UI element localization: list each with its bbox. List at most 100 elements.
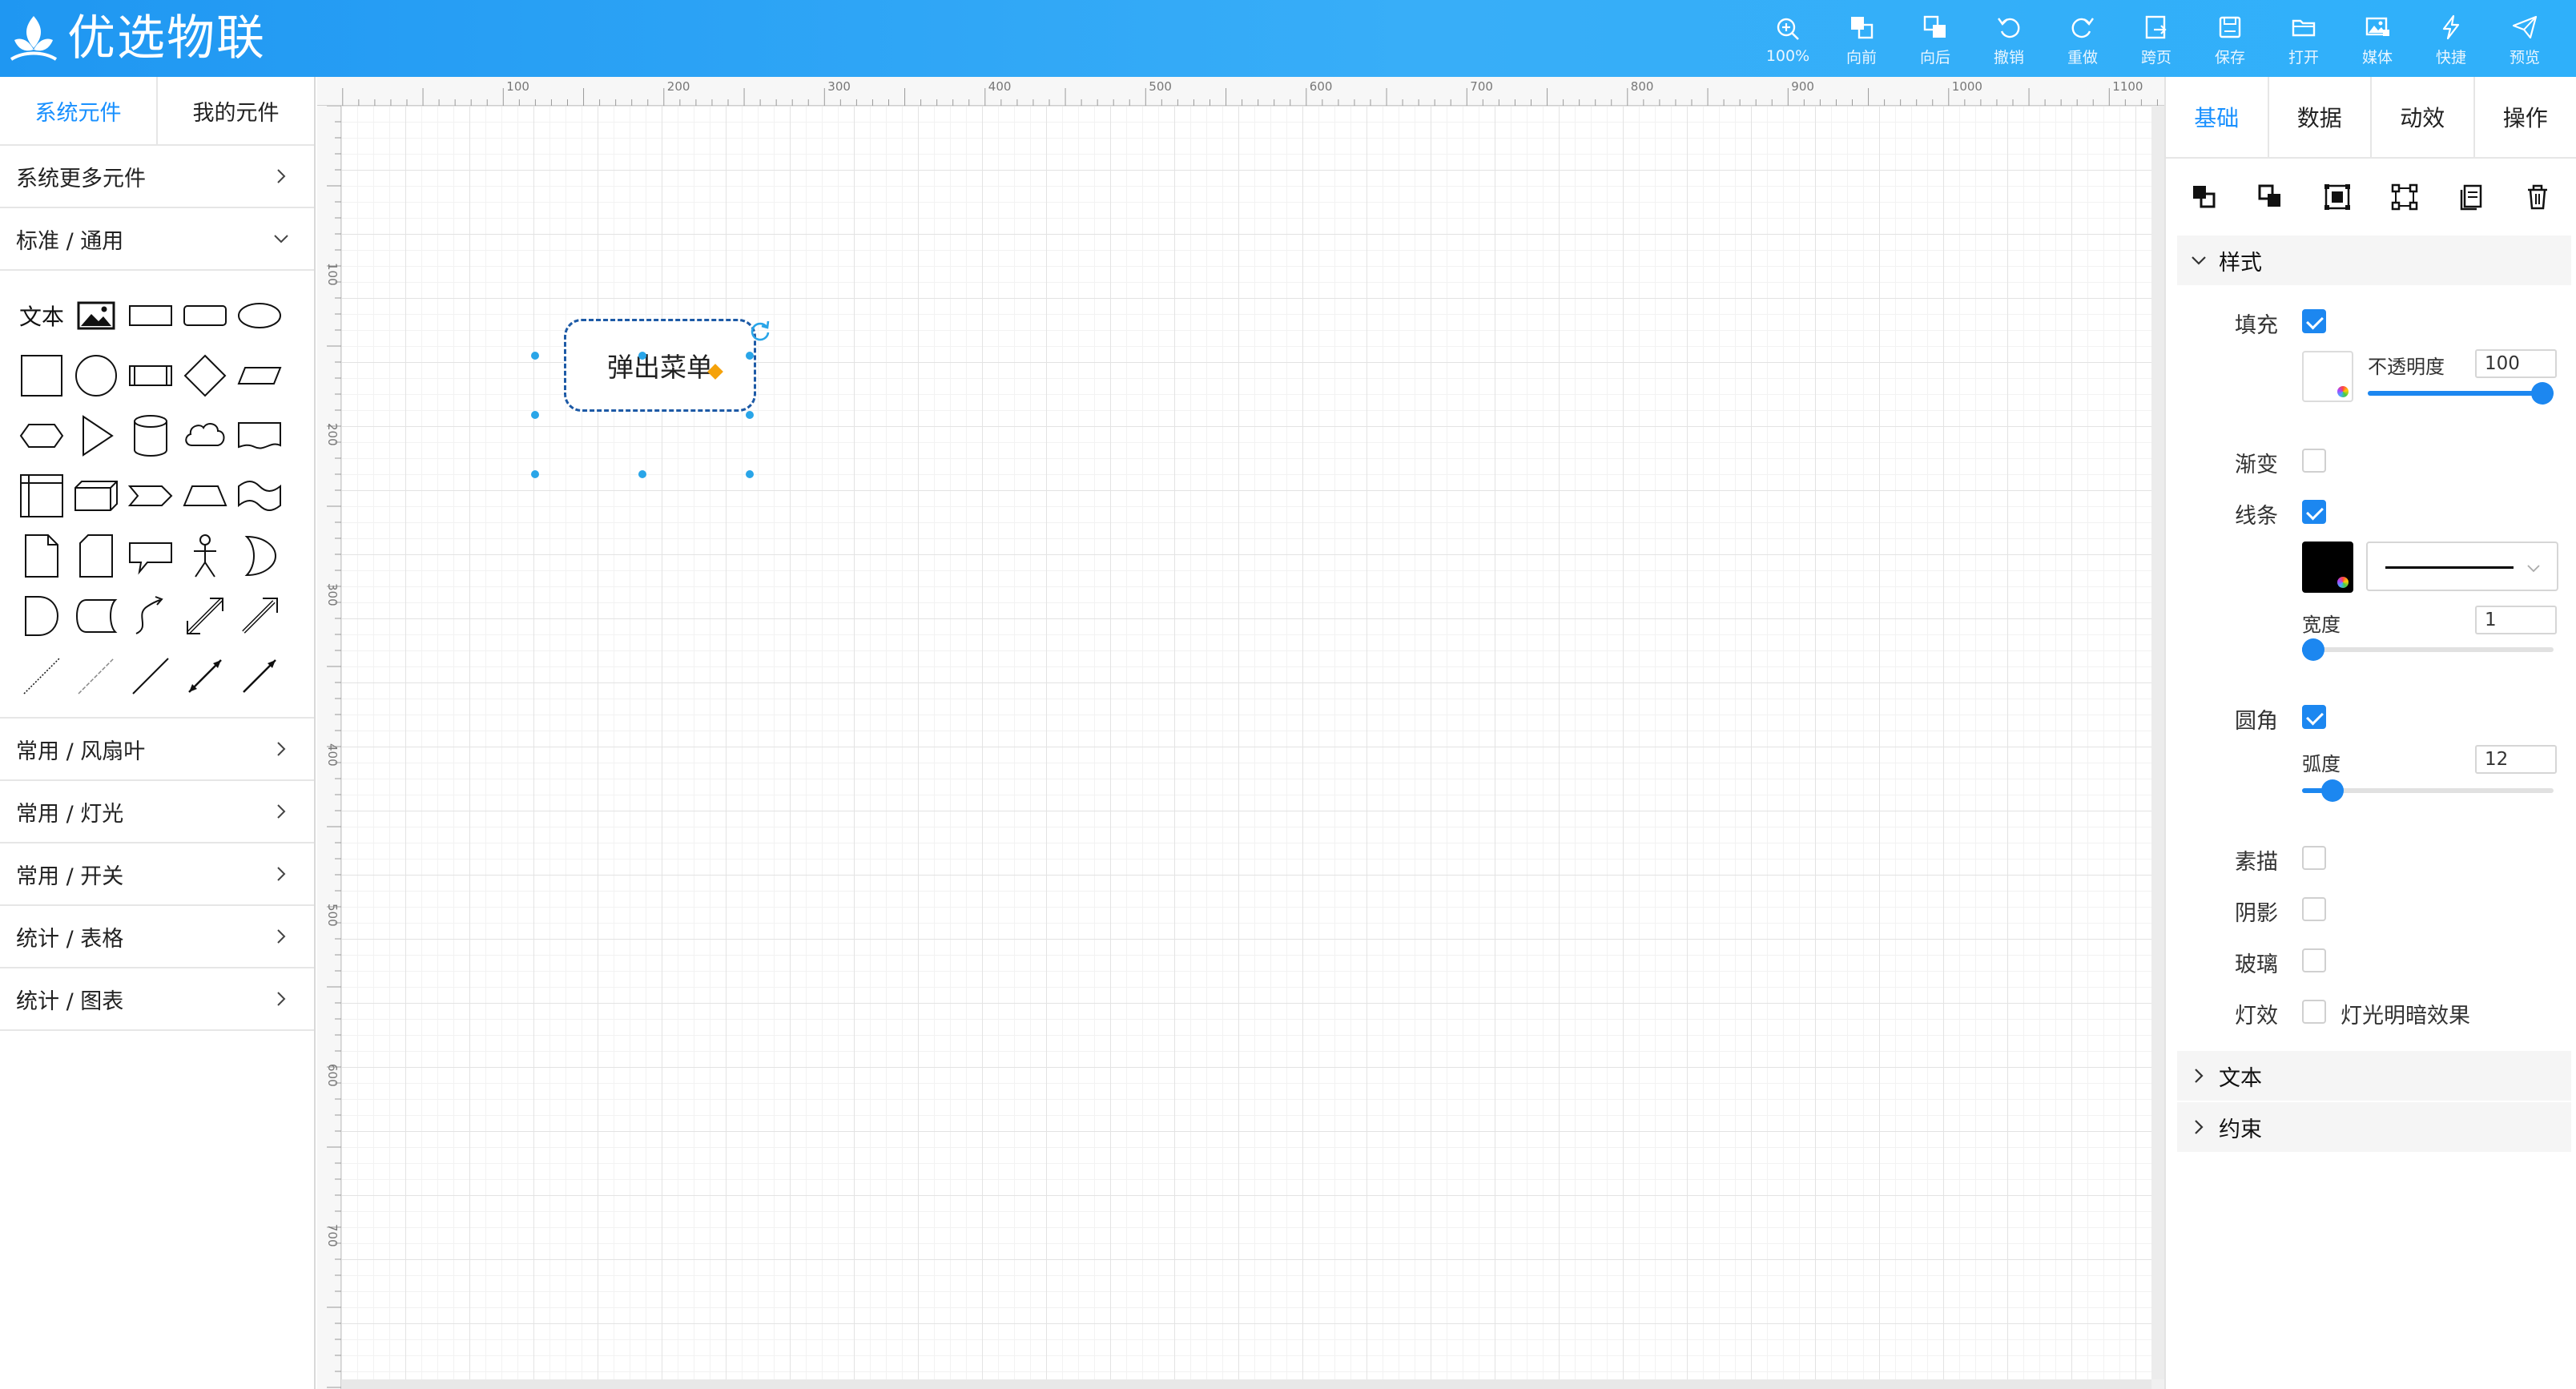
shape-trapezoid[interactable] <box>178 465 232 525</box>
shape-note[interactable] <box>14 525 69 586</box>
selected-node-popup-menu[interactable]: 弹出菜单 <box>564 319 756 412</box>
category-switch-row[interactable]: 常用 / 开关 <box>0 843 314 906</box>
preview-button[interactable]: 预览 <box>2488 8 2562 72</box>
shape-square[interactable] <box>14 345 69 405</box>
bring-to-front-icon[interactable] <box>2190 183 2219 211</box>
resize-handle-n[interactable] <box>638 352 646 360</box>
shape-callout[interactable] <box>123 525 178 586</box>
standard-category-row[interactable]: 标准 / 通用 <box>0 208 314 271</box>
stroke-width-slider-knob[interactable] <box>2302 638 2324 661</box>
shape-actor[interactable] <box>178 525 232 586</box>
resize-handle-e[interactable] <box>746 411 754 419</box>
shape-document[interactable] <box>232 405 287 465</box>
shape-arrow[interactable] <box>232 586 287 646</box>
shape-cloud[interactable] <box>178 405 232 465</box>
rotate-icon[interactable] <box>748 319 772 343</box>
redo-button[interactable]: 重做 <box>2046 8 2119 72</box>
shape-dashed-line[interactable] <box>69 646 123 706</box>
category-light-row[interactable]: 常用 / 灯光 <box>0 781 314 843</box>
resize-handle-w[interactable] <box>531 411 539 419</box>
tab-animation[interactable]: 动效 <box>2372 77 2475 157</box>
cross-page-button[interactable]: 跨页 <box>2119 8 2193 72</box>
delete-icon[interactable] <box>2523 183 2552 211</box>
light-effect-checkbox[interactable] <box>2302 1000 2326 1024</box>
stroke-width-slider[interactable] <box>2302 638 2554 661</box>
group-icon[interactable] <box>2323 183 2352 211</box>
shape-bidirectional-connector[interactable] <box>178 646 232 706</box>
shape-directional-connector[interactable] <box>232 646 287 706</box>
radius-input[interactable]: 12 <box>2475 745 2557 774</box>
shape-text[interactable]: 文本 <box>14 285 69 345</box>
vertical-scrollbar[interactable] <box>2151 106 2164 1379</box>
sketch-checkbox[interactable] <box>2302 846 2326 870</box>
opacity-input[interactable]: 100 <box>2475 349 2557 378</box>
shape-double-arrow[interactable] <box>178 586 232 646</box>
constraint-section-header[interactable]: 约束 <box>2177 1102 2571 1152</box>
resize-handle-s[interactable] <box>638 470 646 478</box>
opacity-slider-knob[interactable] <box>2531 382 2554 405</box>
save-button[interactable]: 保存 <box>2193 8 2267 72</box>
shape-ellipse[interactable] <box>232 285 287 345</box>
shape-tape[interactable] <box>232 465 287 525</box>
drawing-grid[interactable]: 弹出菜单 <box>341 106 2151 1379</box>
opacity-slider[interactable] <box>2368 382 2554 405</box>
shape-rounded-rectangle[interactable] <box>178 285 232 345</box>
open-button[interactable]: 打开 <box>2267 8 2341 72</box>
tab-basic[interactable]: 基础 <box>2166 77 2269 157</box>
more-components-row[interactable]: 系统更多元件 <box>0 146 314 208</box>
media-button[interactable]: 媒体 <box>2341 8 2414 72</box>
glass-checkbox[interactable] <box>2302 948 2326 972</box>
radius-slider[interactable] <box>2302 779 2554 802</box>
resize-handle-nw[interactable] <box>531 352 539 360</box>
shape-diamond[interactable] <box>178 345 232 405</box>
copy-icon[interactable] <box>2457 183 2485 211</box>
send-to-back-icon[interactable] <box>2256 183 2285 211</box>
stroke-checkbox[interactable] <box>2302 500 2326 524</box>
shape-dotted-line[interactable] <box>14 646 69 706</box>
fill-checkbox[interactable] <box>2302 309 2326 333</box>
shape-cube[interactable] <box>69 465 123 525</box>
corner-checkbox[interactable] <box>2302 705 2326 729</box>
shape-curve[interactable] <box>123 586 178 646</box>
resize-handle-ne[interactable] <box>746 352 754 360</box>
shadow-checkbox[interactable] <box>2302 897 2326 921</box>
shape-circle[interactable] <box>69 345 123 405</box>
tab-my-components[interactable]: 我的元件 <box>158 77 314 144</box>
shape-delay[interactable] <box>14 586 69 646</box>
shape-stored-data[interactable] <box>69 586 123 646</box>
shortcut-button[interactable]: 快捷 <box>2414 8 2488 72</box>
category-fan-row[interactable]: 常用 / 风扇叶 <box>0 719 314 781</box>
tab-data[interactable]: 数据 <box>2269 77 2372 157</box>
gradient-checkbox[interactable] <box>2302 449 2326 473</box>
stroke-width-input[interactable]: 1 <box>2475 606 2557 634</box>
category-table-row[interactable]: 统计 / 表格 <box>0 906 314 968</box>
bring-forward-button[interactable]: 向前 <box>1825 8 1898 72</box>
shape-parallelogram[interactable] <box>232 345 287 405</box>
shape-cylinder[interactable] <box>123 405 178 465</box>
shape-image[interactable] <box>69 285 123 345</box>
shape-hexagon[interactable] <box>14 405 69 465</box>
shape-process[interactable] <box>123 345 178 405</box>
radius-slider-knob[interactable] <box>2320 779 2344 802</box>
resize-handle-se[interactable] <box>746 470 754 478</box>
style-section-header[interactable]: 样式 <box>2177 236 2571 285</box>
app-logo[interactable]: 优选物联 <box>8 10 266 67</box>
shape-rectangle[interactable] <box>123 285 178 345</box>
text-section-header[interactable]: 文本 <box>2177 1051 2571 1101</box>
shape-step[interactable] <box>123 465 178 525</box>
shape-triangle[interactable] <box>69 405 123 465</box>
ungroup-icon[interactable] <box>2390 183 2419 211</box>
stroke-color-picker[interactable] <box>2302 542 2353 593</box>
category-chart-row[interactable]: 统计 / 图表 <box>0 968 314 1031</box>
send-backward-button[interactable]: 向后 <box>1898 8 1972 72</box>
stroke-style-select[interactable] <box>2366 542 2558 591</box>
shape-or[interactable] <box>232 525 287 586</box>
shape-internal-storage[interactable] <box>14 465 69 525</box>
fill-color-picker[interactable] <box>2302 351 2353 402</box>
resize-handle-sw[interactable] <box>531 470 539 478</box>
undo-button[interactable]: 撤销 <box>1972 8 2046 72</box>
horizontal-scrollbar[interactable] <box>341 1379 2151 1389</box>
shape-line[interactable] <box>123 646 178 706</box>
zoom-button[interactable]: 100% <box>1751 8 1825 72</box>
tab-action[interactable]: 操作 <box>2475 77 2576 157</box>
